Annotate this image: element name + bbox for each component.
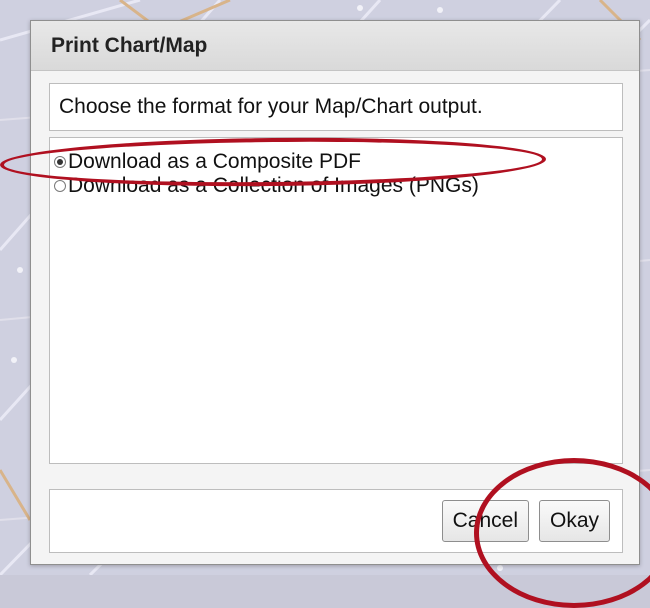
options-list: Download as a Composite PDF Download as … [49, 137, 623, 464]
cancel-button[interactable]: Cancel [441, 500, 529, 542]
radio-image-collection[interactable] [54, 180, 66, 192]
option-label: Download as a Collection of Images (PNGs… [68, 174, 479, 197]
button-bar: Cancel Okay [49, 489, 623, 553]
prompt-box: Choose the format for your Map/Chart out… [49, 83, 623, 131]
option-composite-pdf[interactable]: Download as a Composite PDF [54, 150, 622, 174]
prompt-text: Choose the format for your Map/Chart out… [59, 95, 483, 118]
print-dialog: Print Chart/Map Choose the format for yo… [30, 20, 640, 565]
radio-composite-pdf[interactable] [54, 156, 66, 168]
dialog-titlebar[interactable]: Print Chart/Map [31, 21, 639, 71]
option-label: Download as a Composite PDF [68, 150, 361, 173]
option-image-collection[interactable]: Download as a Collection of Images (PNGs… [54, 174, 622, 198]
okay-button[interactable]: Okay [538, 500, 610, 542]
dialog-title: Print Chart/Map [51, 33, 208, 57]
dialog-content: Choose the format for your Map/Chart out… [31, 71, 639, 464]
